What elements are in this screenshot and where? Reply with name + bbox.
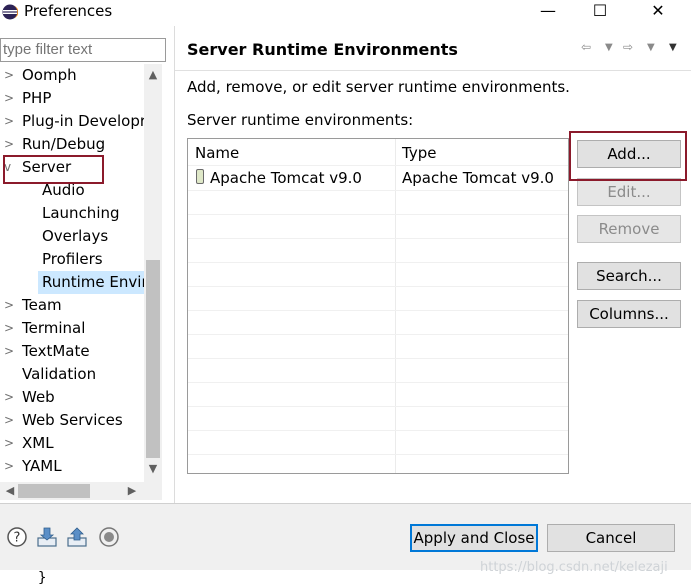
page-description: Add, remove, or edit server runtime envi… <box>187 78 570 96</box>
annotation-box-add <box>569 131 687 181</box>
scroll-left-icon[interactable]: ◀ <box>2 482 18 500</box>
tree-item-label: Overlays <box>42 227 109 245</box>
forward-icon[interactable]: ⇨ <box>623 40 633 54</box>
remove-button[interactable]: Remove <box>577 215 681 243</box>
chevron-right-icon[interactable]: > <box>4 133 16 156</box>
watermark: https://blog.csdn.net/kelezaji <box>480 560 668 575</box>
apply-and-close-button[interactable]: Apply and Close <box>410 524 538 552</box>
row-divider <box>188 334 568 335</box>
tree-item-label: Web Services <box>22 411 123 429</box>
scroll-thumb[interactable] <box>18 484 90 498</box>
page-navigation: ⇦ ▼ ⇨ ▼ ▼ <box>579 38 685 58</box>
edit-button[interactable]: Edit... <box>577 178 681 206</box>
row-divider <box>188 310 568 311</box>
row-divider <box>188 238 568 239</box>
chevron-right-icon[interactable]: > <box>4 409 16 432</box>
tree-item-label: Team <box>22 296 62 314</box>
tree-item-label: TextMate <box>22 342 90 360</box>
tree-item-label: Oomph <box>22 66 77 84</box>
preferences-window: Preferences — ☐ ✕ > Oomph > PHP > Plug-i… <box>0 0 691 588</box>
scroll-up-icon[interactable]: ▲ <box>144 66 162 84</box>
maximize-button[interactable]: ☐ <box>580 0 620 24</box>
columns-button[interactable]: Columns... <box>577 300 681 328</box>
chevron-right-icon[interactable]: > <box>4 294 16 317</box>
title-bar: Preferences — ☐ ✕ <box>0 0 691 26</box>
view-menu-icon[interactable]: ▼ <box>669 42 677 53</box>
tree-vertical-scrollbar[interactable]: ▲ ▼ <box>144 64 162 482</box>
row-divider <box>188 214 568 215</box>
import-icon[interactable] <box>36 526 58 548</box>
page-content: Server Runtime Environments ⇦ ▼ ⇨ ▼ ▼ Ad… <box>175 26 691 504</box>
help-icon[interactable]: ? <box>6 526 28 548</box>
row-divider <box>188 454 568 455</box>
chevron-right-icon[interactable]: > <box>4 455 16 478</box>
window-title: Preferences <box>24 2 113 20</box>
tree-horizontal-scrollbar[interactable]: ◀ ▶ <box>0 482 162 500</box>
tree-item-label: XML <box>22 434 54 452</box>
scroll-right-icon[interactable]: ▶ <box>124 482 140 500</box>
scroll-thumb[interactable] <box>146 260 160 458</box>
preference-tree: > Oomph > PHP > Plug-in Developr > Run/D… <box>0 64 144 482</box>
column-header-type[interactable]: Type <box>402 139 436 165</box>
row-divider <box>188 430 568 431</box>
record-icon[interactable] <box>98 526 120 548</box>
cancel-button[interactable]: Cancel <box>547 524 675 552</box>
chevron-right-icon[interactable]: > <box>4 386 16 409</box>
tree-item-label: Profilers <box>42 250 103 268</box>
chevron-right-icon[interactable]: > <box>4 110 16 133</box>
column-header-name[interactable]: Name <box>195 139 239 165</box>
chevron-right-icon[interactable]: > <box>4 64 16 87</box>
runtime-type: Apache Tomcat v9.0 <box>402 169 554 187</box>
page-title: Server Runtime Environments <box>187 40 458 59</box>
tree-item-label: Validation <box>22 365 97 383</box>
title-separator <box>175 70 691 71</box>
chevron-right-icon[interactable]: > <box>4 340 16 363</box>
chevron-right-icon[interactable]: > <box>4 432 16 455</box>
runtime-name: Apache Tomcat v9.0 <box>210 169 362 187</box>
row-divider <box>188 382 568 383</box>
chevron-right-icon[interactable]: > <box>4 317 16 340</box>
search-button[interactable]: Search... <box>577 262 681 290</box>
tree-item-label: Run/Debug <box>22 135 106 153</box>
eclipse-icon <box>2 4 18 20</box>
row-divider <box>188 286 568 287</box>
row-divider <box>188 358 568 359</box>
jar-icon <box>196 169 204 184</box>
export-icon[interactable] <box>66 526 88 548</box>
tree-item-label: YAML <box>22 457 62 475</box>
close-button[interactable]: ✕ <box>638 0 678 24</box>
tree-item-label: PHP <box>22 89 52 107</box>
scroll-down-icon[interactable]: ▼ <box>144 460 162 478</box>
tree-item-label: Launching <box>42 204 120 222</box>
svg-text:?: ? <box>14 531 21 546</box>
runtime-environments-table[interactable]: Name Type Apache Tomcat v9.0 Apache Tomc… <box>187 138 569 474</box>
back-icon[interactable]: ⇦ <box>581 40 591 54</box>
code-brace: } <box>38 570 47 586</box>
tree-item-label: Plug-in Developr <box>22 112 144 130</box>
annotation-box-server <box>3 155 104 184</box>
tree-item-label: Terminal <box>22 319 86 337</box>
tree-item-label: Runtime Envir <box>42 273 144 291</box>
row-divider <box>188 190 568 191</box>
preference-tree-pane: > Oomph > PHP > Plug-in Developr > Run/D… <box>0 26 175 504</box>
tree-item-label: Web <box>22 388 55 406</box>
forward-menu-icon[interactable]: ▼ <box>647 42 655 53</box>
minimize-button[interactable]: — <box>528 0 568 24</box>
filter-input[interactable] <box>0 38 166 62</box>
row-divider <box>188 262 568 263</box>
chevron-right-icon[interactable]: > <box>4 87 16 110</box>
back-menu-icon[interactable]: ▼ <box>605 42 613 53</box>
table-label: Server runtime environments: <box>187 111 414 129</box>
row-divider <box>188 406 568 407</box>
